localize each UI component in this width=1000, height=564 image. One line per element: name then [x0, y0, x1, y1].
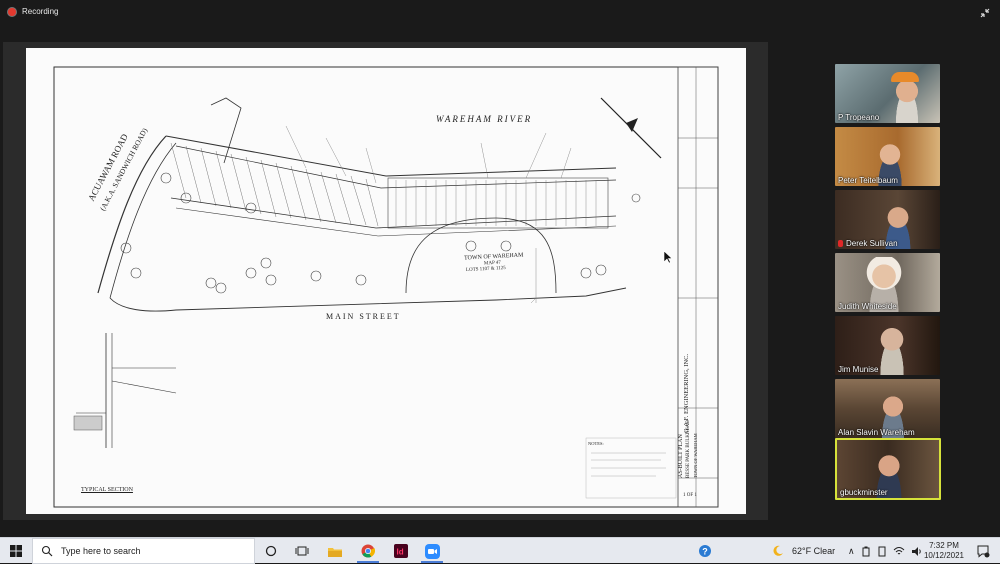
chevron-up-icon[interactable]: ∧	[848, 546, 855, 557]
notes-title: NOTES:	[588, 441, 604, 446]
mouse-cursor-icon	[663, 250, 673, 264]
meeting-top-bar: Recording	[0, 0, 1000, 26]
participant-name: P Tropeano	[838, 113, 880, 122]
date-text: 10/12/2021	[923, 551, 964, 560]
time-text: 7:32 PM	[929, 541, 959, 550]
plan-title: AS-BUILT PLAN	[678, 434, 684, 478]
weather-text: 62°F Clear	[792, 546, 836, 556]
participant-tile[interactable]: Judith Whiteside	[835, 253, 940, 312]
participant-name: Alan Slavin Wareham	[838, 428, 915, 437]
clock[interactable]: 7:32 PM 10/12/2021	[924, 541, 964, 561]
file-explorer-icon[interactable]	[327, 543, 343, 559]
indesign-icon[interactable]: Id	[393, 543, 409, 559]
power-plug-icon[interactable]	[877, 546, 887, 557]
windows-start-icon[interactable]	[9, 544, 23, 558]
zoom-app-icon[interactable]	[424, 543, 440, 559]
svg-text:Id: Id	[397, 548, 404, 557]
recording-label: Recording	[22, 7, 59, 16]
muted-mic-icon	[838, 240, 843, 247]
wifi-icon[interactable]	[893, 546, 905, 557]
sheet-number: 1 OF 1	[683, 493, 697, 498]
shared-screen: ACUAWAM ROAD (A.K.A. SANDWICH ROAD) WARE…	[3, 42, 768, 520]
zoom-meeting-window: Recording ACUAWAM ROAD (A.K.A. SANDWICH …	[0, 0, 1000, 537]
system-tray: ∧	[848, 538, 923, 564]
participant-tile-active-speaker[interactable]: gbuckminster	[835, 438, 941, 500]
section-title: TYPICAL SECTION	[81, 487, 133, 493]
notification-icon[interactable]	[976, 544, 990, 558]
exit-fullscreen-icon[interactable]	[978, 6, 992, 20]
street-label: MAIN STREET	[326, 312, 401, 321]
participant-tile[interactable]: Peter Teitelbaum	[835, 127, 940, 186]
help-icon[interactable]: ?	[697, 543, 713, 559]
cortana-icon[interactable]	[263, 543, 279, 559]
site-plan-drawing	[53, 66, 719, 508]
moon-icon	[773, 545, 783, 556]
participant-name: Derek Sullivan	[838, 239, 898, 248]
windows-taskbar: Type here to search Id ? 62°F Clear ∧ 7:…	[0, 537, 1000, 564]
participant-video	[875, 324, 909, 375]
battery-icon[interactable]	[861, 546, 871, 557]
svg-text:?: ?	[702, 547, 708, 557]
participant-name: Jim Munise	[838, 365, 879, 374]
task-view-icon[interactable]	[294, 543, 310, 559]
participant-tile[interactable]: Jim Munise	[835, 316, 940, 375]
search-icon	[41, 545, 53, 557]
speaker-icon[interactable]	[911, 546, 923, 557]
river-label: WAREHAM RIVER	[436, 114, 533, 124]
participant-tile[interactable]: Alan Slavin Wareham	[835, 379, 940, 438]
participant-tile[interactable]: P Tropeano	[835, 64, 940, 123]
taskbar-search-box[interactable]: Type here to search	[32, 538, 255, 564]
engineering-drawing: ACUAWAM ROAD (A.K.A. SANDWICH ROAD) WARE…	[26, 48, 746, 514]
chrome-icon[interactable]	[360, 543, 376, 559]
plan-subtitle-2: TOWN OF WAREHAM	[693, 433, 698, 478]
plan-subtitle-1: BESSE PARK BULKHEAD	[686, 420, 691, 478]
record-icon	[8, 7, 16, 16]
weather-widget[interactable]: 62°F Clear	[772, 538, 835, 564]
recording-indicator[interactable]: Recording	[8, 7, 58, 16]
participant-tile[interactable]: Derek Sullivan	[835, 190, 940, 249]
hat-icon	[891, 72, 919, 82]
search-placeholder: Type here to search	[61, 546, 141, 556]
participant-name: Peter Teitelbaum	[838, 176, 898, 185]
participant-name: gbuckminster	[840, 488, 888, 497]
participant-name: Judith Whiteside	[838, 302, 897, 311]
